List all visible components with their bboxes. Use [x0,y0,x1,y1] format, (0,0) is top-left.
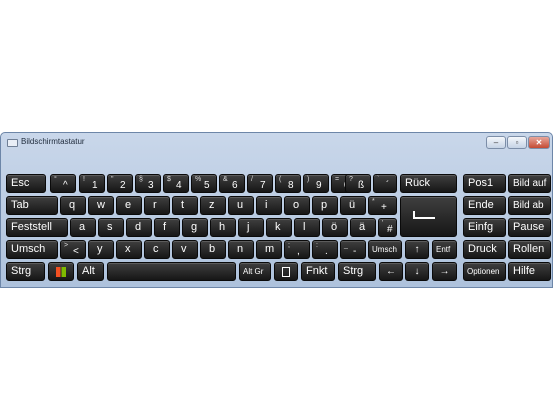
key-n[interactable]: n [228,240,254,259]
key-e[interactable]: e [116,196,142,215]
key-i[interactable]: i [256,196,282,215]
key-eszett[interactable]: ? ß [345,174,371,193]
key-optionen[interactable]: Optionen [463,262,506,281]
key-l[interactable]: l [294,218,320,237]
key-2[interactable]: " 2 [107,174,133,193]
key-q[interactable]: q [60,196,86,215]
key-5[interactable]: % 5 [191,174,217,193]
key-bild-auf[interactable]: Bild auf [508,174,551,193]
key-f[interactable]: f [154,218,180,237]
key-g[interactable]: g [182,218,208,237]
key-4[interactable]: $4 [163,174,189,193]
key-arrow-up[interactable]: ↑ [405,240,429,259]
key-bild-ab[interactable]: Bild ab [508,196,551,215]
key-3[interactable]: § 3 [135,174,161,193]
key-ue[interactable]: ü [340,196,366,215]
key-x[interactable]: x [116,240,142,259]
key-p[interactable]: p [312,196,338,215]
key-b[interactable]: b [200,240,226,259]
key-left-ctrl[interactable]: Strg [6,262,45,281]
key-backspace[interactable]: Rück [400,174,457,193]
key-6[interactable]: & 6 [219,174,245,193]
keyboard: Esc °^ !1 "2 §3 $4 %5 &6 /7 (8 )9 =0 ?ß … [1,133,552,287]
key-arrow-down[interactable]: ↓ [405,262,429,281]
key-hilfe[interactable]: Hilfe [508,262,551,281]
key-entf[interactable]: Entf [432,240,457,259]
key-h[interactable]: h [210,218,236,237]
key-right-ctrl[interactable]: Strg [338,262,376,281]
key-k[interactable]: k [266,218,292,237]
key-less-than[interactable]: > < [60,240,86,259]
key-j[interactable]: j [238,218,264,237]
key-ae[interactable]: ä [350,218,376,237]
key-pos1[interactable]: Pos1 [463,174,506,193]
key-alt[interactable]: Alt [77,262,104,281]
key-v[interactable]: v [172,240,198,259]
key-acute[interactable]: ` ´ [373,174,397,193]
key-d[interactable]: d [126,218,152,237]
key-menu[interactable] [274,262,298,281]
key-oe[interactable]: ö [322,218,348,237]
key-o[interactable]: o [284,196,310,215]
key-enter[interactable] [400,196,457,237]
onscreen-keyboard-window: Bildschirmtastatur – ▫ ✕ Esc ° ^ ! 1 " 2 § 3… [0,132,553,288]
key-8[interactable]: (8 [275,174,301,193]
key-fnkt[interactable]: Fnkt [301,262,335,281]
key-arrow-right[interactable]: → [432,262,457,281]
key-left-shift[interactable]: Umsch [6,240,58,259]
windows-logo-icon [56,267,66,277]
key-c[interactable]: c [144,240,170,259]
key-ende[interactable]: Ende [463,196,506,215]
key-a[interactable]: a [70,218,96,237]
key-arrow-left[interactable]: ← [379,262,403,281]
key-s[interactable]: s [98,218,124,237]
key-druck[interactable]: Druck [463,240,506,259]
key-caps-lock[interactable]: Feststell [6,218,68,237]
key-alt-gr[interactable]: Alt Gr [239,262,271,281]
key-period[interactable]: :. [312,240,338,259]
key-caret[interactable]: ° ^ [50,174,76,193]
key-comma[interactable]: ;, [284,240,310,259]
key-y[interactable]: y [88,240,114,259]
enter-arrow-icon [413,211,435,219]
key-pause[interactable]: Pause [508,218,551,237]
key-tab[interactable]: Tab [6,196,58,215]
key-9[interactable]: ) 9 [303,174,329,193]
key-plus[interactable]: * + [368,196,397,215]
key-1[interactable]: ! 1 [79,174,105,193]
key-windows[interactable] [48,262,74,281]
key-space[interactable] [107,262,236,281]
context-menu-icon [282,267,290,277]
key-hash[interactable]: ' # [378,218,397,237]
key-m[interactable]: m [256,240,282,259]
key-einfg[interactable]: Einfg [463,218,506,237]
key-dash[interactable]: _ - [340,240,366,259]
key-z[interactable]: z [200,196,226,215]
key-7[interactable]: /7 [247,174,273,193]
key-esc[interactable]: Esc [6,174,46,193]
key-r[interactable]: r [144,196,170,215]
key-rollen[interactable]: Rollen [508,240,551,259]
key-w[interactable]: w [88,196,114,215]
key-t[interactable]: t [172,196,198,215]
key-u[interactable]: u [228,196,254,215]
key-right-shift[interactable]: Umsch [368,240,402,259]
